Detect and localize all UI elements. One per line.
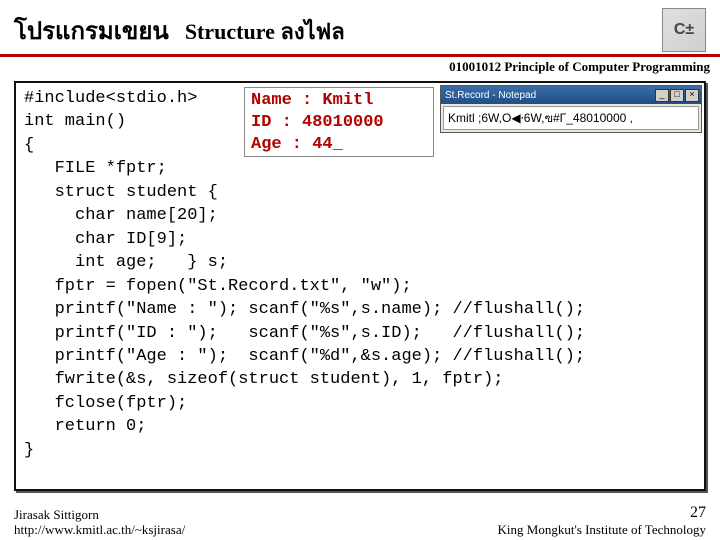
notepad-window: St.Record - Notepad _ □ × Kmitl ;6W,O◀⸱6… [440,85,702,133]
slide-number: 27 [498,503,706,522]
logo-text: C± [674,21,694,39]
notepad-title: St.Record - Notepad [445,90,536,101]
console-line-1: Name : Kmitl [251,91,373,110]
code-container: #include<stdio.h> int main() { FILE *fpt… [14,81,706,491]
title-en: Structure ลงไฟล [185,14,345,49]
console-line-3: Age : 44_ [251,135,343,154]
course-subtitle: 01001012 Principle of Computer Programmi… [0,59,720,75]
institute-name: King Mongkut's Institute of Technology [498,522,706,538]
notepad-content: Kmitl ;6W,O◀⸱6W,ฃ#Γ_48010000 , [443,106,699,130]
slide-footer: Jirasak Sittigorn http://www.kmitl.ac.th… [0,503,720,540]
console-line-2: ID : 48010000 [251,113,384,132]
slide-header: โปรแกรมเขยน Structure ลงไฟล C± [0,0,720,54]
console-overlay: Name : Kmitl ID : 48010000 Age : 44_ [244,87,434,157]
window-buttons: _ □ × [655,89,699,102]
maximize-button[interactable]: □ [670,89,684,102]
footer-left: Jirasak Sittigorn http://www.kmitl.ac.th… [14,507,185,538]
title-group: โปรแกรมเขยน Structure ลงไฟล [14,11,345,50]
notepad-titlebar: St.Record - Notepad _ □ × [441,86,701,104]
minimize-button[interactable]: _ [655,89,669,102]
cpp-logo: C± [662,8,706,52]
title-thai: โปรแกรมเขยน [14,11,169,50]
author-name: Jirasak Sittigorn [14,507,185,523]
close-button[interactable]: × [685,89,699,102]
divider-bar [0,54,720,57]
author-url: http://www.kmitl.ac.th/~ksjirasa/ [14,522,185,538]
footer-right: 27 King Mongkut's Institute of Technolog… [498,503,706,538]
